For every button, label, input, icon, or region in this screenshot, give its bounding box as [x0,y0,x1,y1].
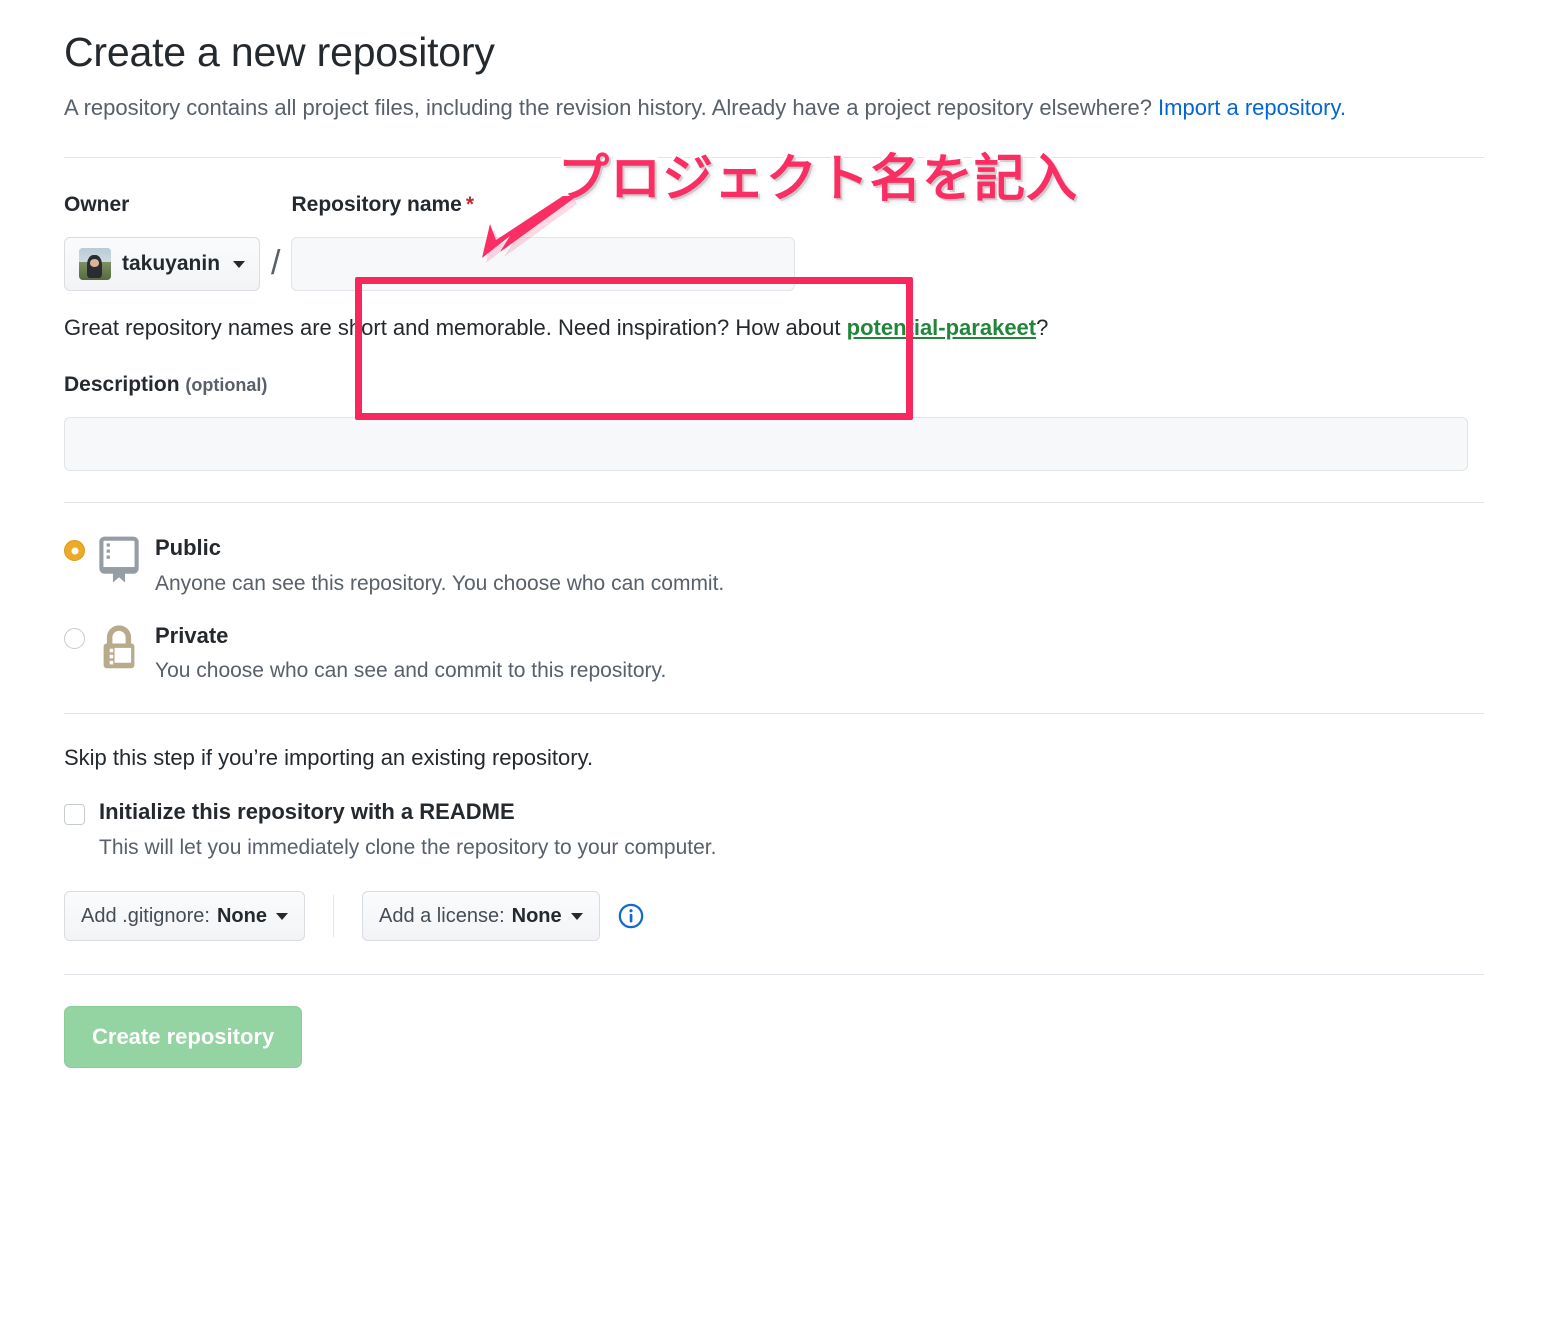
chevron-down-icon [275,912,288,920]
owner-select-button[interactable]: takuyanin [64,237,261,292]
repository-name-hint: Great repository names are short and mem… [64,313,1484,344]
chevron-down-icon [570,912,583,920]
template-options-row: Add .gitignore: None Add a license: None [64,891,1484,942]
info-icon[interactable] [618,903,644,929]
vertical-separator [332,895,334,938]
create-repository-button[interactable]: Create repository [64,1006,303,1069]
readme-label: Initialize this repository with a README [99,798,515,824]
repo-book-icon [99,536,139,583]
initialize-readme-row[interactable]: Initialize this repository with a README [64,798,1484,826]
description-optional-tag: (optional) [185,375,268,396]
subtitle-text: A repository contains all project files,… [64,95,1159,121]
visibility-public-title: Public [155,535,222,561]
readme-checkbox[interactable] [64,803,85,825]
divider-after-visibility [64,712,1484,714]
description-input[interactable] [64,417,1468,472]
description-label: Description (optional) [64,373,268,397]
license-value: None [511,904,562,927]
divider-after-description [64,502,1484,504]
hint-prefix: Great repository names are short and mem… [64,315,847,341]
visibility-public-text: Public Anyone can see this repository. Y… [155,533,724,597]
license-select-button[interactable]: Add a license: None [361,891,600,942]
visibility-option-public[interactable]: Public Anyone can see this repository. Y… [64,533,1484,597]
divider-before-submit [64,974,1484,976]
import-repository-link[interactable]: Import a repository. [1158,95,1346,120]
owner-field: Owner takuyanin [64,193,261,292]
hint-suffix: ? [1036,315,1049,341]
visibility-private-title: Private [155,622,229,648]
page-subtitle: A repository contains all project files,… [64,91,1384,125]
owner-username: takuyanin [122,252,221,276]
visibility-private-desc: You choose who can see and commit to thi… [155,659,667,683]
annotation-arrow-icon [482,196,577,263]
license-label: Add a license: [378,904,505,927]
visibility-option-private[interactable]: Private You choose who can see and commi… [64,621,1484,685]
create-repository-page: Create a new repository A repository con… [0,0,1548,1338]
lock-icon [103,625,135,669]
radio-public[interactable] [64,540,85,562]
gitignore-label: Add .gitignore: [81,904,210,927]
page-title: Create a new repository [64,29,495,75]
suggested-name-link[interactable]: potential-parakeet [847,315,1037,340]
skip-step-text: Skip this step if you’re importing an ex… [64,744,594,770]
visibility-private-text: Private You choose who can see and commi… [155,621,666,685]
avatar [79,248,111,281]
chevron-down-icon [233,260,246,268]
description-field: Description (optional) [64,373,1484,472]
owner-repo-separator: / [271,244,281,283]
gitignore-value: None [216,904,267,927]
owner-label: Owner [64,193,130,217]
gitignore-select-button[interactable]: Add .gitignore: None [64,891,305,942]
readme-description: This will let you immediately clone the … [99,836,717,860]
visibility-public-desc: Anyone can see this repository. You choo… [155,571,725,595]
radio-private[interactable] [64,627,85,649]
visibility-options: Public Anyone can see this repository. Y… [64,533,1484,685]
annotation-text: プロジェクト名を記入 [555,147,1080,210]
